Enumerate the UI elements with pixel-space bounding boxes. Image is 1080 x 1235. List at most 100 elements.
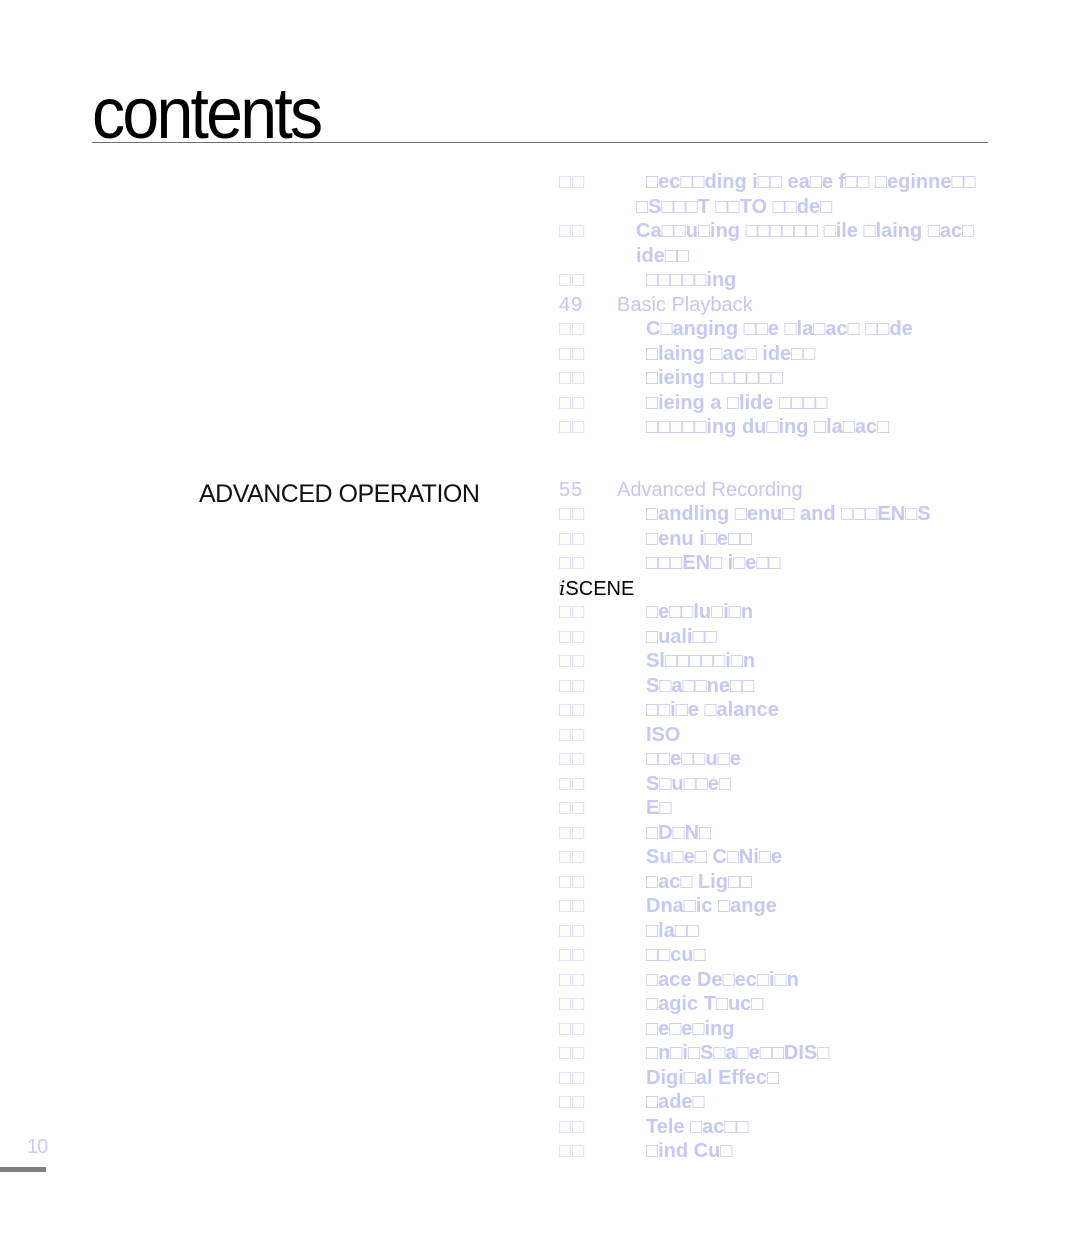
toc-entry[interactable]: □□ □ieing □□□□□□ [559,366,1080,391]
toc-entry[interactable]: □□ Dna□ic □ange [559,894,1080,919]
toc-entry-title: □□□EN□ i□e□□ [646,552,781,574]
toc-page-number: □□ [559,552,586,574]
toc-page-number: □□ [559,797,586,819]
toc-page-number: □□ [559,723,586,746]
toc-entry-title: □enu i□e□□ [646,527,753,550]
toc-page-number: □□ [559,895,586,917]
toc-entry[interactable]: □□ Digi□al Effec□ [559,1066,1080,1091]
toc-entry[interactable]: □□ Su□e□ C□Ni□e [559,845,1080,870]
toc-entry[interactable]: □□ □□i□e □alance [559,698,1080,723]
toc-entry[interactable]: □□ E□ [559,796,1080,821]
toc-entry-title: □ac□ Lig□□ [646,870,753,893]
toc-page-number: □□ [559,674,586,697]
toc-entry[interactable]: □□ □uali□□ [559,625,1080,650]
toc-entry[interactable]: □□ □□□EN□ i□e□□ [559,551,1080,576]
toc-entry[interactable]: □□ □n□i□S□a□e□□DIS□ [559,1041,1080,1066]
toc-page-number: □□ [559,1042,586,1064]
toc-page-number: □□ [559,748,586,770]
toc-entry-title: S□u□□e□ [646,772,731,795]
toc-entry[interactable]: □□ S□a□□ne□□ [559,674,1080,699]
toc-entry-title: Basic Playback [617,293,753,316]
toc-entry[interactable]: □□ □la□□ [559,919,1080,944]
toc-entry[interactable]: □□ Ca□□u□ing □□□□□□ □ile □laing □ac□ [559,219,1080,244]
toc-page-number: □□ [559,625,586,648]
page-title: contents [92,74,323,154]
toc-entry-title: □ace De□ec□i□n [646,968,799,991]
page-number-bar [0,1167,46,1172]
toc-entry[interactable]: □□ Sl□□□□□i□n [559,649,1080,674]
toc-entry[interactable]: □□ □□cu□ [559,943,1080,968]
toc-entry-title: Dna□ic □ange [646,895,777,917]
toc-page-number: □□ [559,1017,586,1040]
toc-entry[interactable]: □□ □agic T□uc□ [559,992,1080,1017]
toc-entry[interactable]: □□ □ieing a □lide □□□□ [559,391,1080,416]
toc-page-number: □□ [559,391,586,414]
toc-entry-title: □ieing a □lide □□□□ [646,391,828,414]
toc-entry-title: □ind Cu□ [646,1140,733,1162]
toc-entry-title: □D□N□ [646,821,712,844]
section-heading-advanced-operation: ADVANCED OPERATION [199,480,480,508]
toc-page-number: 49 [559,293,584,316]
toc-entry-title: □e□□lu□i□n [646,601,754,623]
toc-entry-title: □n□i□S□a□e□□DIS□ [646,1042,830,1064]
toc-entry[interactable]: □□ □andling □enu□ and □□□EN□S [559,502,1080,527]
toc-entry-title: □ade□ [646,1091,705,1113]
toc-page-number: □□ [559,416,586,438]
toc-entry[interactable]: □□ C□anging □□e □la□ac□ □□de [559,317,1080,342]
toc-chapter[interactable]: 55 Advanced Recording [559,478,1080,503]
toc-page-number: □□ [559,919,586,942]
toc-entry[interactable]: □□ ISO [559,723,1080,748]
toc-entry-title: □laing □ac□ ide□□ [646,342,816,365]
iscene-label: SCENE [565,577,635,600]
toc-entry[interactable]: □□ S□u□□e□ [559,772,1080,797]
toc-entry[interactable]: □□ □e□e□ing [559,1017,1080,1042]
toc-page-number: □□ [559,821,586,844]
toc-entry[interactable]: □□ □□e□□u□e [559,747,1080,772]
toc-page-number: □□ [559,318,586,340]
toc-entry[interactable]: □□ □□□□□ing du□ing □la□ac□ [559,415,1080,440]
toc-entry[interactable]: ide□□ [559,244,1080,269]
toc-entry-title: C□anging □□e □la□ac□ □□de [646,318,913,340]
toc-group-basic: □□ □ec□□ding i□□ ea□e f□□ □eginne□□ □S□□□… [559,170,1080,440]
toc-entry-title: □uali□□ [646,625,717,648]
toc-page-number: □□ [559,503,586,525]
toc-page-number: □□ [559,171,586,193]
toc-entry[interactable]: □□ □ec□□ding i□□ ea□e f□□ □eginne□□ [559,170,1080,195]
toc-entry-title: □ieing □□□□□□ [646,367,783,389]
toc-entry[interactable]: □□ □□□□□ing [559,268,1080,293]
table-of-contents: □□ □ec□□ding i□□ ea□e f□□ □eginne□□ □S□□□… [559,170,1080,1164]
toc-page-number: □□ [559,601,586,623]
toc-entry[interactable]: □□ □ade□ [559,1090,1080,1115]
toc-entry-title: Advanced Recording [617,478,803,501]
toc-entry[interactable]: □□ □ace De□ec□i□n [559,968,1080,993]
toc-entry[interactable]: □□ □D□N□ [559,821,1080,846]
toc-page-number: □□ [559,1091,586,1113]
toc-page-number: □□ [559,944,586,966]
toc-page-number: □□ [559,1066,586,1089]
toc-entry[interactable]: □□ □e□□lu□i□n [559,600,1080,625]
toc-entry[interactable]: □□ □laing □ac□ ide□□ [559,342,1080,367]
toc-entry-title: Tele □ac□□ [646,1115,749,1138]
toc-entry-title: ide□□ [636,244,690,267]
toc-group-advanced: 55 Advanced Recording □□ □andling □enu□ an… [559,478,1080,1164]
toc-entry[interactable]: □□ iSCENE [559,576,1080,601]
toc-gap [559,440,1080,478]
toc-entry[interactable]: □□ □ind Cu□ [559,1139,1080,1164]
toc-entry-title: □agic T□uc□ [646,993,764,1015]
toc-entry-title: E□ [646,797,672,819]
toc-page-number: □□ [559,367,586,389]
toc-entry[interactable]: □S□□□T □□TO □□de□ [559,195,1080,220]
toc-entry-title: □□e□□u□e [646,748,741,770]
toc-entry-title: □andling □enu□ and □□□EN□S [646,503,931,525]
toc-page-number: □□ [559,269,586,291]
toc-entry-title: Digi□al Effec□ [646,1066,780,1089]
toc-entry-title: Sl□□□□□i□n [646,650,756,672]
toc-entry-title: Ca□□u□ing □□□□□□ □ile □laing □ac□ [636,220,975,242]
toc-entry[interactable]: □□ □ac□ Lig□□ [559,870,1080,895]
toc-page-number: □□ [559,1115,586,1138]
toc-entry-title: S□a□□ne□□ [646,674,755,697]
toc-entry[interactable]: □□ Tele □ac□□ [559,1115,1080,1140]
toc-entry[interactable]: □□ □enu i□e□□ [559,527,1080,552]
toc-page-number: □□ [559,968,586,991]
toc-chapter[interactable]: 49 Basic Playback [559,293,1080,318]
